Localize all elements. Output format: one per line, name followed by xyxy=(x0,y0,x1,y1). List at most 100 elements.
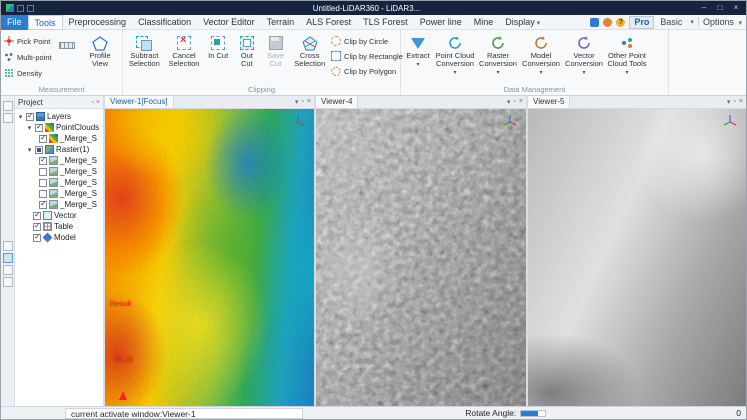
checkbox[interactable] xyxy=(39,157,47,165)
viewer-1-tab[interactable]: Viewer-1[Focus] xyxy=(105,96,174,108)
maximize-button[interactable]: □ xyxy=(712,1,728,15)
raster-conversion-button[interactable]: Raster Conversion ▾ xyxy=(478,32,518,84)
viewer-4-tab[interactable]: Viewer-4 xyxy=(316,96,358,108)
menu-item-als-forest[interactable]: ALS Forest xyxy=(300,15,357,30)
checkbox[interactable] xyxy=(33,212,41,220)
quick-save-icon[interactable] xyxy=(17,5,24,12)
viewer-5-tab[interactable]: Viewer-5 xyxy=(528,96,570,108)
side-tool-layout-icon[interactable] xyxy=(3,241,13,251)
chevron-down-icon[interactable]: ▾ xyxy=(727,98,731,106)
side-tool-window-icon[interactable] xyxy=(3,101,13,111)
checkbox[interactable] xyxy=(39,135,47,143)
tree-item-raster[interactable]: ▾ Raster(1) xyxy=(15,144,103,155)
checkbox[interactable] xyxy=(33,223,41,231)
checkbox[interactable] xyxy=(33,234,41,242)
other-point-cloud-tools-button[interactable]: Other Point Cloud Tools ▾ xyxy=(607,32,647,84)
in-cut-button[interactable]: In Cut xyxy=(205,32,231,84)
tree-item-pointclouds[interactable]: ▾ PointClouds xyxy=(15,122,103,133)
close-icon[interactable]: × xyxy=(739,98,743,106)
multi-point-icon xyxy=(4,52,14,62)
options-button[interactable]: Options ▾ xyxy=(703,17,742,27)
side-tool-link-icon[interactable] xyxy=(3,277,13,287)
quick-undo-icon[interactable] xyxy=(27,5,34,12)
tree-item-model[interactable]: Model xyxy=(15,232,103,243)
pin-icon[interactable]: ▫ xyxy=(91,99,93,106)
clip-by-polygon-button[interactable]: Clip by Polygon xyxy=(331,64,397,78)
side-tool-3d-icon[interactable] xyxy=(3,265,13,275)
pin-icon[interactable]: ▫ xyxy=(301,98,303,106)
tree-item-merge-raster[interactable]: _Merge_S xyxy=(15,177,103,188)
tree-item-merge-raster[interactable]: _Merge_S xyxy=(15,199,103,210)
model-conversion-button[interactable]: Model Conversion ▾ xyxy=(521,32,561,84)
pin-icon[interactable]: ▫ xyxy=(513,98,515,106)
chevron-down-icon[interactable]: ▾ xyxy=(507,98,511,106)
tree-item-merge-raster[interactable]: _Merge_S xyxy=(15,188,103,199)
menu-item-file[interactable]: File xyxy=(1,15,28,30)
tree-item-vector[interactable]: Vector xyxy=(15,210,103,221)
cross-selection-button[interactable]: Cross Selection xyxy=(291,32,328,84)
viewer-4-canvas[interactable] xyxy=(316,109,526,408)
menu-item-preprocessing[interactable]: Preprocessing xyxy=(63,15,133,30)
options-label: Options xyxy=(703,17,734,27)
out-cut-button[interactable]: Out Cut xyxy=(234,32,260,84)
tree-item-merge-pointcloud[interactable]: _Merge_S xyxy=(15,133,103,144)
density-button[interactable]: Density xyxy=(4,66,56,80)
expand-arrow-icon[interactable]: ▾ xyxy=(26,146,33,154)
menu-item-power-line[interactable]: Power line xyxy=(414,15,468,30)
checkbox[interactable] xyxy=(39,179,47,187)
close-icon[interactable]: × xyxy=(519,98,523,106)
viewer-5-canvas[interactable] xyxy=(528,109,746,408)
mode-chevron-icon[interactable]: ▾ xyxy=(690,18,694,26)
ruler-icon[interactable] xyxy=(59,42,75,49)
menu-item-mine[interactable]: Mine xyxy=(468,15,500,30)
menu-item-terrain[interactable]: Terrain xyxy=(261,15,301,30)
tree-item-merge-raster[interactable]: _Merge_S xyxy=(15,155,103,166)
mode-pro-button[interactable]: Pro xyxy=(629,16,654,29)
tree-item-layers[interactable]: ▾ Layers xyxy=(15,111,103,122)
store-icon[interactable] xyxy=(603,18,612,27)
cancel-selection-button[interactable]: Cancel Selection xyxy=(166,32,203,84)
expand-arrow-icon[interactable]: ▾ xyxy=(17,113,24,121)
checkbox[interactable] xyxy=(39,168,47,176)
menu-item-classification[interactable]: Classification xyxy=(132,15,197,30)
clip-by-rectangle-button[interactable]: Clip by Rectangle xyxy=(331,49,397,63)
checkbox[interactable] xyxy=(35,124,43,132)
account-icon[interactable] xyxy=(590,18,599,27)
multi-point-button[interactable]: Multi-point xyxy=(4,50,56,64)
close-icon[interactable]: × xyxy=(307,98,311,106)
subtract-selection-button[interactable]: Subtract Selection xyxy=(126,32,163,84)
minimize-button[interactable]: – xyxy=(696,1,712,15)
profile-view-button[interactable]: Profile View xyxy=(81,32,119,84)
help-icon[interactable]: ? xyxy=(616,18,625,27)
chevron-down-icon[interactable]: ▾ xyxy=(295,98,299,106)
extract-button[interactable]: Extract ▾ xyxy=(404,32,432,84)
vector-conversion-button[interactable]: Vector Conversion ▾ xyxy=(564,32,604,84)
tree-item-table[interactable]: Table xyxy=(15,221,103,232)
close-icon[interactable]: × xyxy=(96,99,100,106)
side-tool-panel-icon[interactable] xyxy=(3,113,13,123)
checkbox[interactable] xyxy=(26,113,34,121)
save-cut-button[interactable]: Save Cut xyxy=(263,32,289,84)
menu-item-tls-forest[interactable]: TLS Forest xyxy=(357,15,414,30)
menu-item-display[interactable]: Display▾ xyxy=(499,15,546,30)
button-label: Save Cut xyxy=(263,52,289,68)
slider-fill[interactable] xyxy=(521,411,538,416)
cross-selection-icon xyxy=(301,35,319,51)
menu-item-tools[interactable]: Tools xyxy=(28,15,63,30)
pin-icon[interactable]: ▫ xyxy=(733,98,735,106)
mode-basic-button[interactable]: Basic xyxy=(658,17,684,27)
rotate-angle-slider[interactable] xyxy=(520,410,546,417)
tree-label: _Merge_S xyxy=(60,167,97,176)
tree-item-merge-raster[interactable]: _Merge_S xyxy=(15,166,103,177)
expand-arrow-icon[interactable]: ▾ xyxy=(26,124,33,132)
viewer-1-canvas[interactable]: Result 55.25 xyxy=(105,109,314,408)
checkbox[interactable] xyxy=(39,201,47,209)
clip-by-circle-button[interactable]: Clip by Circle xyxy=(331,34,397,48)
menu-item-vector-editor[interactable]: Vector Editor xyxy=(197,15,261,30)
close-button[interactable]: × xyxy=(728,1,744,15)
checkbox[interactable] xyxy=(39,190,47,198)
checkbox[interactable] xyxy=(35,146,43,154)
point-cloud-conversion-button[interactable]: Point Cloud Conversion ▾ xyxy=(435,32,475,84)
pick-point-button[interactable]: Pick Point xyxy=(4,34,56,48)
side-tool-2d-icon[interactable] xyxy=(3,253,13,263)
